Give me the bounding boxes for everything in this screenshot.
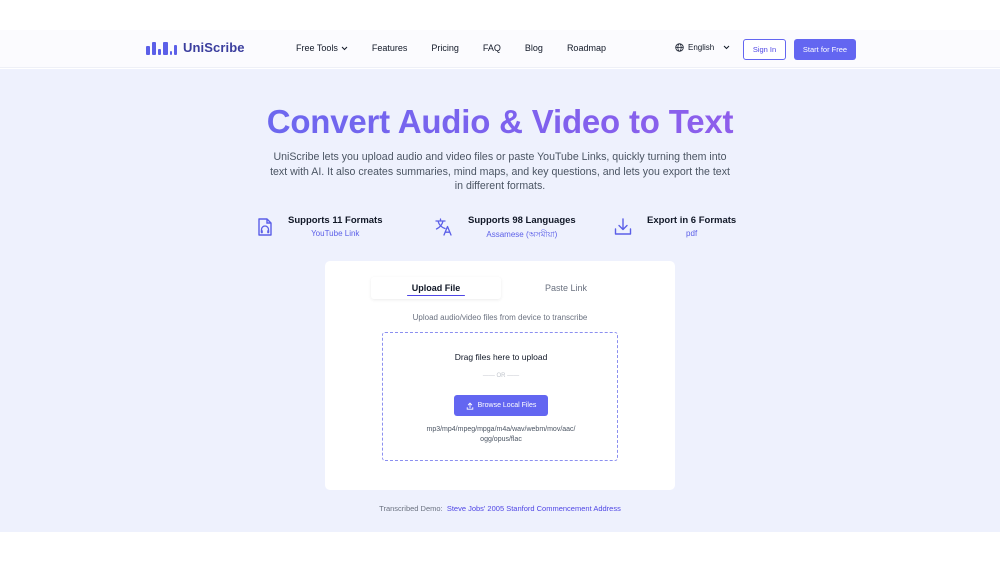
menu-item-free-tools[interactable]: Free Tools: [296, 43, 348, 53]
audio-file-icon: [258, 218, 272, 236]
brand-name: UniScribe: [183, 40, 245, 55]
page-subtitle: UniScribe lets you upload audio and vide…: [270, 151, 730, 192]
upload-hint: Upload audio/video files from device to …: [412, 313, 588, 322]
browse-files-button[interactable]: Browse Local Files: [454, 395, 548, 416]
upload-icon: [466, 402, 473, 410]
globe-icon: [675, 43, 684, 52]
feature-languages-title: Supports 98 Languages: [468, 215, 576, 226]
logo[interactable]: UniScribe: [146, 40, 245, 55]
feature-languages: Supports 98 Languages Assamese (অসমীয়া): [434, 215, 576, 242]
tab-paste-link[interactable]: Paste Link: [501, 277, 631, 299]
menu-item-pricing[interactable]: Pricing: [431, 43, 459, 53]
feature-export-value: pdf: [686, 229, 698, 238]
feature-export-title: Export in 6 Formats: [647, 215, 737, 226]
feature-languages-value: Assamese (অসমীয়া): [486, 230, 558, 239]
demo-line: Transcribed Demo: Steve Jobs' 2005 Stanf…: [0, 504, 1000, 513]
demo-link[interactable]: Steve Jobs' 2005 Stanford Commencement A…: [447, 504, 621, 513]
menu-item-roadmap[interactable]: Roadmap: [567, 43, 606, 53]
navbar: UniScribe Free Tools Features Pricing FA…: [0, 30, 1000, 68]
translate-icon: [435, 218, 452, 236]
tab-upload-file[interactable]: Upload File: [371, 277, 501, 299]
feature-export: Export in 6 Formats pdf: [613, 215, 736, 238]
start-free-button[interactable]: Start for Free: [794, 39, 856, 60]
chevron-down-icon: [341, 46, 348, 50]
language-label: English: [688, 43, 715, 52]
drop-zone[interactable]: Drag files here to upload —— OR —— Brows…: [382, 332, 618, 461]
drag-text: Drag files here to upload: [454, 352, 548, 362]
sign-in-button[interactable]: Sign In: [743, 39, 786, 60]
menu-item-faq[interactable]: FAQ: [483, 43, 501, 53]
browse-files-label: Browse Local Files: [477, 402, 537, 409]
supported-formats: mp3/mp4/mpeg/mpga/m4a/wav/webm/mov/aac/ …: [426, 426, 576, 443]
menu-item-features[interactable]: Features: [372, 43, 408, 53]
upload-tabs: Upload File Paste Link: [371, 277, 631, 299]
top-strip: [0, 0, 1000, 30]
upload-card: Upload File Paste Link Upload audio/vide…: [325, 261, 675, 490]
page-title: Convert Audio & Video to Text: [0, 103, 1000, 141]
feature-formats: Supports 11 Formats YouTube Link: [256, 215, 383, 238]
or-divider: —— OR ——: [482, 373, 520, 379]
download-icon: [614, 218, 632, 235]
hero-section: Convert Audio & Video to Text UniScribe …: [0, 69, 1000, 532]
feature-formats-title: Supports 11 Formats: [288, 215, 383, 226]
demo-label: Transcribed Demo:: [379, 504, 443, 513]
menu-item-blog[interactable]: Blog: [525, 43, 543, 53]
feature-formats-value: YouTube Link: [311, 229, 360, 238]
main-menu: Free Tools Features Pricing FAQ Blog Roa…: [296, 43, 606, 53]
chevron-down-icon: [723, 45, 730, 50]
language-selector[interactable]: English: [675, 43, 730, 52]
logo-icon: [146, 41, 177, 55]
